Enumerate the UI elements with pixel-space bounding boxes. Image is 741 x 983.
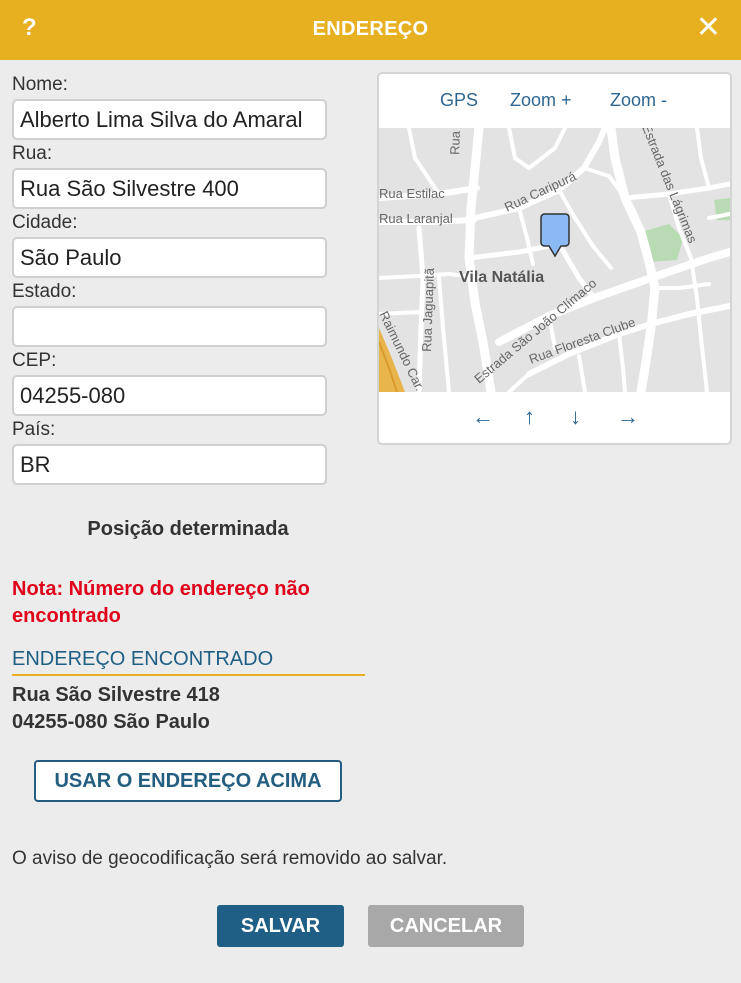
- zip-label: CEP:: [12, 350, 57, 371]
- state-field[interactable]: [12, 306, 327, 347]
- found-address-line2: 04255-080 São Paulo: [12, 711, 210, 733]
- pan-right-icon[interactable]: →: [617, 404, 639, 430]
- dialog-title: ENDEREÇO: [312, 18, 429, 40]
- map-label-araripe: Rua Araripe: [447, 128, 464, 155]
- state-label: Estado:: [12, 281, 77, 302]
- name-label: Nome:: [12, 74, 68, 95]
- use-address-button[interactable]: USAR O ENDEREÇO ACIMA: [34, 760, 342, 802]
- map-panel: GPS Zoom + Zoom - Rua Estilac Rua Laranj…: [377, 72, 732, 445]
- map-label-estilac: Rua Estilac: [379, 186, 445, 201]
- pan-left-icon[interactable]: ←: [472, 404, 494, 430]
- map-pan-controls: ← ↑ ↓ →: [379, 392, 730, 443]
- map-label-vila: Vila Natália: [459, 269, 544, 286]
- map-label-laranjal: Rua Laranjal: [379, 211, 453, 226]
- close-icon[interactable]: ✕: [696, 13, 721, 43]
- street-field[interactable]: [12, 168, 327, 209]
- pan-down-icon[interactable]: ↓: [570, 404, 581, 430]
- country-label: País:: [12, 419, 56, 440]
- country-field[interactable]: [12, 444, 327, 485]
- city-field[interactable]: [12, 237, 327, 278]
- map-view[interactable]: Rua Araripe Rua Estilac Rua Laranjal Rua…: [379, 128, 730, 392]
- position-status: Posição determinada: [87, 518, 289, 540]
- cancel-button[interactable]: CANCELAR: [368, 905, 524, 947]
- map-toolbar: GPS Zoom + Zoom -: [379, 74, 730, 128]
- pan-up-icon[interactable]: ↑: [524, 404, 535, 430]
- name-field[interactable]: [12, 99, 327, 140]
- map-label-jaguapita: Rua Jaguapitã: [419, 267, 437, 352]
- found-address-heading: ENDEREÇO ENCONTRADO: [12, 648, 365, 676]
- geocode-warning: O aviso de geocodificação será removido …: [12, 848, 448, 869]
- zoom-out-button[interactable]: Zoom -: [610, 90, 667, 111]
- address-number-note: Nota: Número do endereço não encontrado: [12, 578, 310, 627]
- gps-button[interactable]: GPS: [440, 90, 478, 111]
- zip-field[interactable]: [12, 375, 327, 416]
- zoom-in-button[interactable]: Zoom +: [510, 90, 572, 111]
- dialog-titlebar: ? ENDEREÇO ✕: [0, 0, 741, 60]
- city-label: Cidade:: [12, 212, 78, 233]
- street-map: Rua Araripe Rua Estilac Rua Laranjal Rua…: [379, 128, 730, 392]
- street-label: Rua:: [12, 143, 53, 164]
- save-button[interactable]: SALVAR: [217, 905, 344, 947]
- found-address-line1: Rua São Silvestre 418: [12, 684, 220, 706]
